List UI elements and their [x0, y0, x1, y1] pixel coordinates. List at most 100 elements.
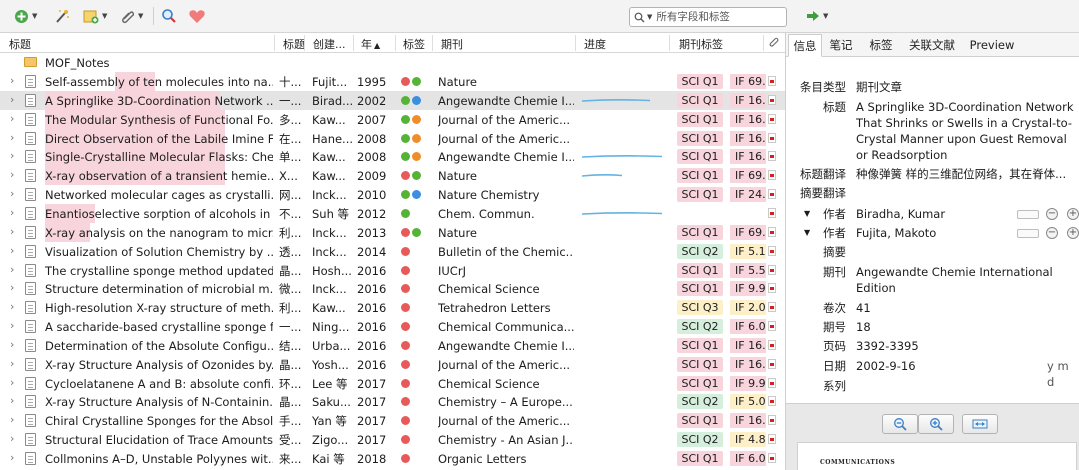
table-row[interactable]: › Collmonins A–D, Unstable Polyynes wit..… [0, 449, 785, 468]
tab-info[interactable]: 信息 [788, 34, 822, 57]
column-header-extra[interactable]: 标题 [283, 36, 305, 52]
tab-preview[interactable]: Preview [966, 34, 1018, 57]
author-2-value[interactable]: Fujita, Makoto [856, 225, 1074, 241]
pdf-icon[interactable] [768, 264, 776, 275]
chevron-right-icon[interactable]: › [10, 357, 18, 370]
item-type-value[interactable]: 期刊文章 [856, 79, 1074, 95]
issue-value[interactable]: 18 [856, 319, 1074, 335]
search-field[interactable]: ▼ [629, 7, 787, 27]
chevron-right-icon[interactable]: › [10, 244, 18, 257]
table-row[interactable]: › A Springlike 3D-Coordination Network ..… [0, 90, 785, 110]
column-divider[interactable] [304, 35, 305, 51]
sync-button[interactable]: ▼ [806, 6, 828, 26]
pdf-icon[interactable] [768, 396, 776, 407]
zoom-in-button[interactable] [918, 414, 954, 434]
pdf-icon[interactable] [768, 434, 776, 445]
chevron-right-icon[interactable]: › [10, 281, 18, 294]
pdf-icon[interactable] [768, 76, 776, 86]
table-row[interactable]: › Networked molecular cages as crystalli.… [0, 185, 785, 204]
chevron-right-icon[interactable]: › [10, 376, 18, 389]
pdf-icon[interactable] [768, 302, 776, 313]
tab-tags[interactable]: 标签 [864, 34, 898, 57]
add-attachment-button[interactable]: ▼ [120, 6, 143, 26]
chevron-right-icon[interactable]: › [10, 338, 18, 351]
chevron-right-icon[interactable]: › [10, 93, 18, 106]
chevron-right-icon[interactable]: › [10, 225, 18, 238]
table-row[interactable]: › X-ray Structure Analysis of N-Containin… [0, 392, 785, 411]
table-row[interactable]: › Structure determination of microbial m.… [0, 279, 785, 298]
pdf-icon[interactable] [768, 189, 776, 200]
table-row[interactable]: › Determination of the Absolute Configu..… [0, 336, 785, 355]
pdf-icon[interactable] [768, 207, 776, 218]
tag-selector-button[interactable] [188, 6, 206, 26]
table-row[interactable]: › X-ray Structure Analysis of Ozonides by… [0, 355, 785, 374]
creator-mode-toggle[interactable] [1017, 210, 1039, 219]
column-divider[interactable] [395, 35, 396, 51]
table-row[interactable]: › Single-Crystalline Molecular Flasks: Ch… [0, 147, 785, 167]
table-row[interactable]: › X-ray analysis on the nanogram to micr.… [0, 222, 785, 242]
table-row[interactable]: › High-resolution X-ray structure of meth… [0, 298, 785, 317]
title-translation-value[interactable]: 种像弹簧 样的三维配位网络，其在脊体... [856, 166, 1074, 182]
chevron-right-icon[interactable]: › [10, 187, 18, 200]
chevron-right-icon[interactable]: › [10, 432, 18, 445]
add-author-button[interactable]: + [1067, 208, 1079, 220]
chevron-right-icon[interactable]: › [10, 149, 18, 162]
pdf-icon[interactable] [768, 358, 776, 369]
pdf-icon[interactable] [768, 113, 776, 124]
table-row[interactable]: › The crystalline sponge method updated 晶.… [0, 261, 785, 280]
pdf-icon[interactable] [768, 339, 776, 350]
volume-value[interactable]: 41 [856, 300, 1074, 316]
column-header-tags[interactable]: 标签 [403, 36, 425, 52]
column-divider[interactable] [274, 35, 275, 51]
fit-width-button[interactable] [962, 414, 998, 434]
chevron-right-icon[interactable]: › [10, 168, 18, 181]
advanced-search-button[interactable] [161, 6, 177, 26]
table-row[interactable]: › X-ray observation of a transient hemie.… [0, 166, 785, 186]
new-note-button[interactable]: ▼ [83, 6, 107, 26]
pdf-icon[interactable] [768, 321, 776, 332]
column-header-attachments[interactable] [768, 36, 779, 50]
author-1-value[interactable]: Biradha, Kumar [856, 206, 1074, 222]
table-row[interactable]: › Visualization of Solution Chemistry by … [0, 242, 785, 261]
table-row[interactable]: › The Modular Synthesis of Functional Fo.… [0, 109, 785, 129]
table-row[interactable]: › Structural Elucidation of Trace Amounts… [0, 430, 785, 449]
column-divider[interactable] [575, 35, 576, 51]
date-value[interactable]: 2002-9-16 [856, 358, 1074, 374]
collection-row[interactable]: MOF_Notes [0, 53, 785, 72]
chevron-right-icon[interactable]: › [10, 263, 18, 276]
remove-author-button[interactable]: − [1046, 227, 1058, 239]
chevron-down-icon[interactable]: ▼ [647, 13, 652, 21]
new-item-button[interactable]: ▼ [14, 6, 37, 26]
chevron-right-icon[interactable]: › [10, 206, 18, 219]
column-divider[interactable] [763, 35, 764, 51]
chevron-right-icon[interactable]: › [10, 451, 18, 464]
tab-notes[interactable]: 笔记 [824, 34, 858, 57]
table-row[interactable]: › Chiral Crystalline Sponges for the Abso… [0, 411, 785, 430]
table-row[interactable]: › Direct Observation of the Labile Imine … [0, 128, 785, 148]
title-value[interactable]: A Springlike 3D-Coordination Network Tha… [856, 99, 1074, 163]
pdf-icon[interactable] [768, 170, 776, 181]
chevron-right-icon[interactable]: › [10, 74, 18, 87]
chevron-right-icon[interactable]: › [10, 394, 18, 407]
pdf-icon[interactable] [768, 94, 776, 105]
tab-related[interactable]: 关联文献 [902, 34, 962, 57]
chevron-right-icon[interactable]: › [10, 319, 18, 332]
table-row[interactable]: › A saccharide-based crystalline sponge f… [0, 317, 785, 336]
column-divider[interactable] [432, 35, 433, 51]
chevron-right-icon[interactable]: › [10, 131, 18, 144]
pdf-icon[interactable] [768, 453, 776, 463]
pdf-icon[interactable] [768, 132, 776, 143]
pdf-preview-page[interactable]: COMMUNICATIONS [797, 442, 1077, 470]
chevron-right-icon[interactable]: › [10, 300, 18, 313]
chevron-right-icon[interactable]: › [10, 413, 18, 426]
zoom-out-button[interactable] [882, 414, 918, 434]
column-divider[interactable] [669, 35, 670, 51]
column-header-creator[interactable]: 创建... [313, 36, 346, 52]
journal-value[interactable]: Angewandte Chemie International Edition [856, 264, 1074, 296]
column-header-title[interactable]: 标题 [9, 36, 31, 52]
column-header-journal-tags[interactable]: 期刊标签 [679, 36, 723, 52]
chevron-right-icon[interactable]: › [10, 112, 18, 125]
table-row[interactable]: › Self-assembly of ten molecules into na.… [0, 72, 785, 91]
add-author-button[interactable]: + [1067, 227, 1079, 239]
table-row[interactable]: › Cycloelatanene A and B: absolute confi.… [0, 374, 785, 393]
